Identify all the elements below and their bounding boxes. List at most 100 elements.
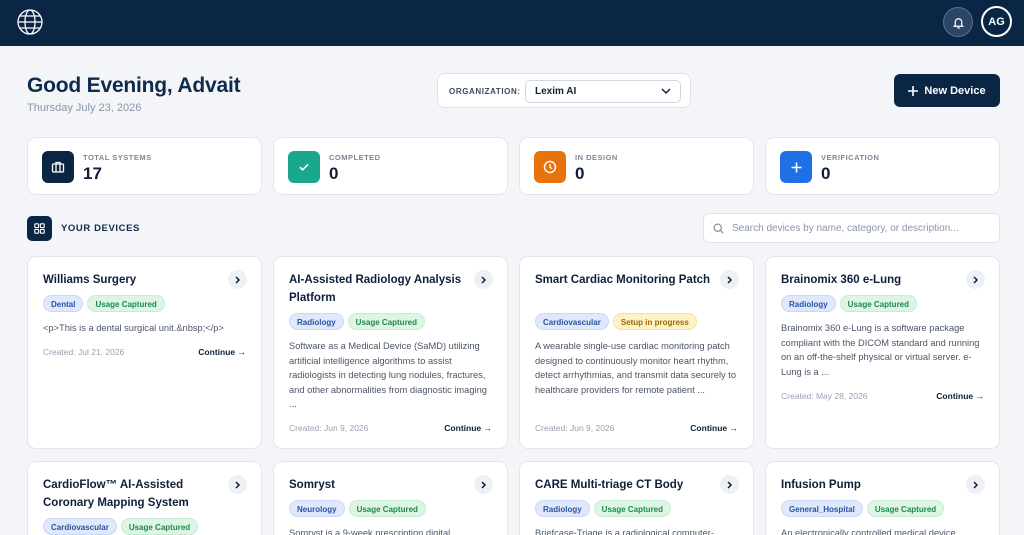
organization-label: ORGANIZATION: [449, 87, 521, 96]
greeting-title: Good Evening, Advait [27, 74, 241, 97]
device-card[interactable]: CARE Multi-triage CT Body Radiology Usage … [519, 461, 754, 535]
globe-logo-icon[interactable] [16, 8, 44, 36]
clock-icon [534, 151, 566, 183]
chevron-right-icon [726, 275, 732, 284]
created-date: Created: Jul 21, 2026 [43, 347, 125, 357]
stat-label: VERIFICATION [821, 153, 880, 162]
chevron-right-icon [726, 480, 732, 489]
device-title: AI-Assisted Radiology Analysis Platform [289, 274, 462, 304]
stat-card-completed: COMPLETED 0 [273, 137, 508, 195]
device-title: Infusion Pump [781, 479, 861, 491]
device-description: Software as a Medical Device (SaMD) util… [289, 341, 487, 410]
stat-card-in-design: IN DESIGN 0 [519, 137, 754, 195]
device-tags: Radiology Usage Captured [781, 295, 918, 312]
new-device-button[interactable]: New Device [894, 74, 1000, 107]
category-tag: Cardiovascular [535, 313, 609, 330]
stat-value: 0 [575, 164, 585, 183]
device-title: CARE Multi-triage CT Body [535, 479, 684, 491]
device-title: Somryst [289, 479, 336, 491]
device-card[interactable]: Smart Cardiac Monitoring Patch Cardiovasc… [519, 256, 754, 449]
device-description: Brainomix 360 e-Lung is a software packa… [781, 323, 980, 377]
category-tag: Cardiovascular [43, 518, 117, 535]
chevron-right-icon [972, 275, 978, 284]
plus-icon [780, 151, 812, 183]
category-tag: Radiology [781, 295, 836, 312]
device-description: An electronically controlled medical dev… [781, 528, 956, 535]
open-device-button[interactable] [474, 475, 493, 494]
device-tags: Cardiovascular Usage Captured [43, 518, 199, 535]
category-tag: Radiology [535, 500, 590, 517]
chevron-down-icon [661, 88, 671, 95]
your-devices-heading: YOUR DEVICES [61, 223, 140, 234]
category-tag: Usage Captured [87, 295, 165, 312]
open-device-button[interactable] [966, 475, 985, 494]
device-description: Briefcase-Triage is a radiological compu… [535, 528, 714, 535]
current-date: Thursday July 23, 2026 [27, 102, 142, 114]
stat-value: 0 [821, 164, 831, 183]
device-card[interactable]: AI-Assisted Radiology Analysis Platform R… [273, 256, 508, 449]
device-title: Smart Cardiac Monitoring Patch [535, 274, 711, 286]
category-tag: Usage Captured [866, 500, 945, 517]
category-tag: General_Hospital [781, 500, 863, 517]
open-device-button[interactable] [228, 475, 247, 494]
chevron-right-icon [480, 275, 486, 284]
device-description: A wearable single-use cardiac monitoring… [535, 341, 737, 395]
stat-value: 0 [329, 164, 339, 183]
organization-dropdown[interactable]: Lexim AI [525, 80, 681, 103]
created-date: Created: May 28, 2026 [781, 391, 868, 401]
device-card[interactable]: Infusion Pump General_Hospital Usage Captu… [765, 461, 1000, 535]
notification-bell-button[interactable] [943, 7, 973, 37]
new-device-label: New Device [924, 84, 986, 97]
bell-icon [952, 17, 964, 29]
open-device-button[interactable] [228, 270, 247, 289]
device-tags: Dental Usage Captured [43, 295, 165, 312]
device-tags: Cardiovascular Setup in progress [535, 313, 697, 330]
device-description: <p>This is a dental surgical unit.&nbsp;… [43, 323, 224, 333]
category-tag: Usage Captured [593, 500, 672, 517]
stat-card-total-systems: TOTAL SYSTEMS 17 [27, 137, 262, 195]
continue-link[interactable]: Continue → [444, 423, 492, 433]
device-card[interactable]: Williams Surgery Dental Usage Captured <p>T… [27, 256, 262, 449]
top-navbar: AG [0, 0, 1024, 46]
open-device-button[interactable] [474, 270, 493, 289]
category-tag: Usage Captured [347, 313, 426, 330]
device-card[interactable]: CardioFlow™ AI-Assisted Coronary Mapping… [27, 461, 262, 535]
stat-label: COMPLETED [329, 153, 381, 162]
device-card[interactable]: Somryst Neurology Usage Captured Somryst is… [273, 461, 508, 535]
device-title: Williams Surgery [43, 274, 137, 286]
user-avatar[interactable]: AG [981, 6, 1012, 37]
device-tags: Radiology Usage Captured [289, 313, 426, 330]
category-tag: Setup in progress [612, 313, 697, 330]
device-card[interactable]: Brainomix 360 e-Lung Radiology Usage Captu… [765, 256, 1000, 449]
open-device-button[interactable] [720, 475, 739, 494]
stat-value: 17 [83, 164, 102, 183]
continue-link[interactable]: Continue → [690, 423, 738, 433]
check-icon [288, 151, 320, 183]
stat-label: IN DESIGN [575, 153, 618, 162]
continue-link[interactable]: Continue → [936, 391, 984, 401]
category-tag: Radiology [289, 313, 344, 330]
stat-card-verification: VERIFICATION 0 [765, 137, 1000, 195]
briefcase-icon [42, 151, 74, 183]
organization-selector: ORGANIZATION: Lexim AI [437, 73, 691, 108]
continue-link[interactable]: Continue → [198, 347, 246, 357]
category-tag: Usage Captured [120, 518, 199, 535]
grid-icon [27, 216, 52, 241]
device-title: Brainomix 360 e-Lung [781, 274, 902, 286]
stat-label: TOTAL SYSTEMS [83, 153, 152, 162]
created-date: Created: Jun 9, 2026 [289, 423, 369, 433]
chevron-right-icon [480, 480, 486, 489]
device-description: Somryst is a 9-week prescription digital [289, 528, 451, 535]
open-device-button[interactable] [720, 270, 739, 289]
category-tag: Dental [43, 295, 84, 312]
open-device-button[interactable] [966, 270, 985, 289]
chevron-right-icon [234, 480, 240, 489]
search-input[interactable] [732, 219, 994, 238]
device-tags: Neurology Usage Captured [289, 500, 426, 517]
device-title: CardioFlow™ AI-Assisted Coronary Mapping… [43, 479, 189, 509]
organization-selected-value: Lexim AI [535, 86, 577, 97]
chevron-right-icon [972, 480, 978, 489]
category-tag: Usage Captured [348, 500, 426, 517]
created-date: Created: Jun 9, 2026 [535, 423, 615, 433]
category-tag: Neurology [289, 500, 345, 517]
